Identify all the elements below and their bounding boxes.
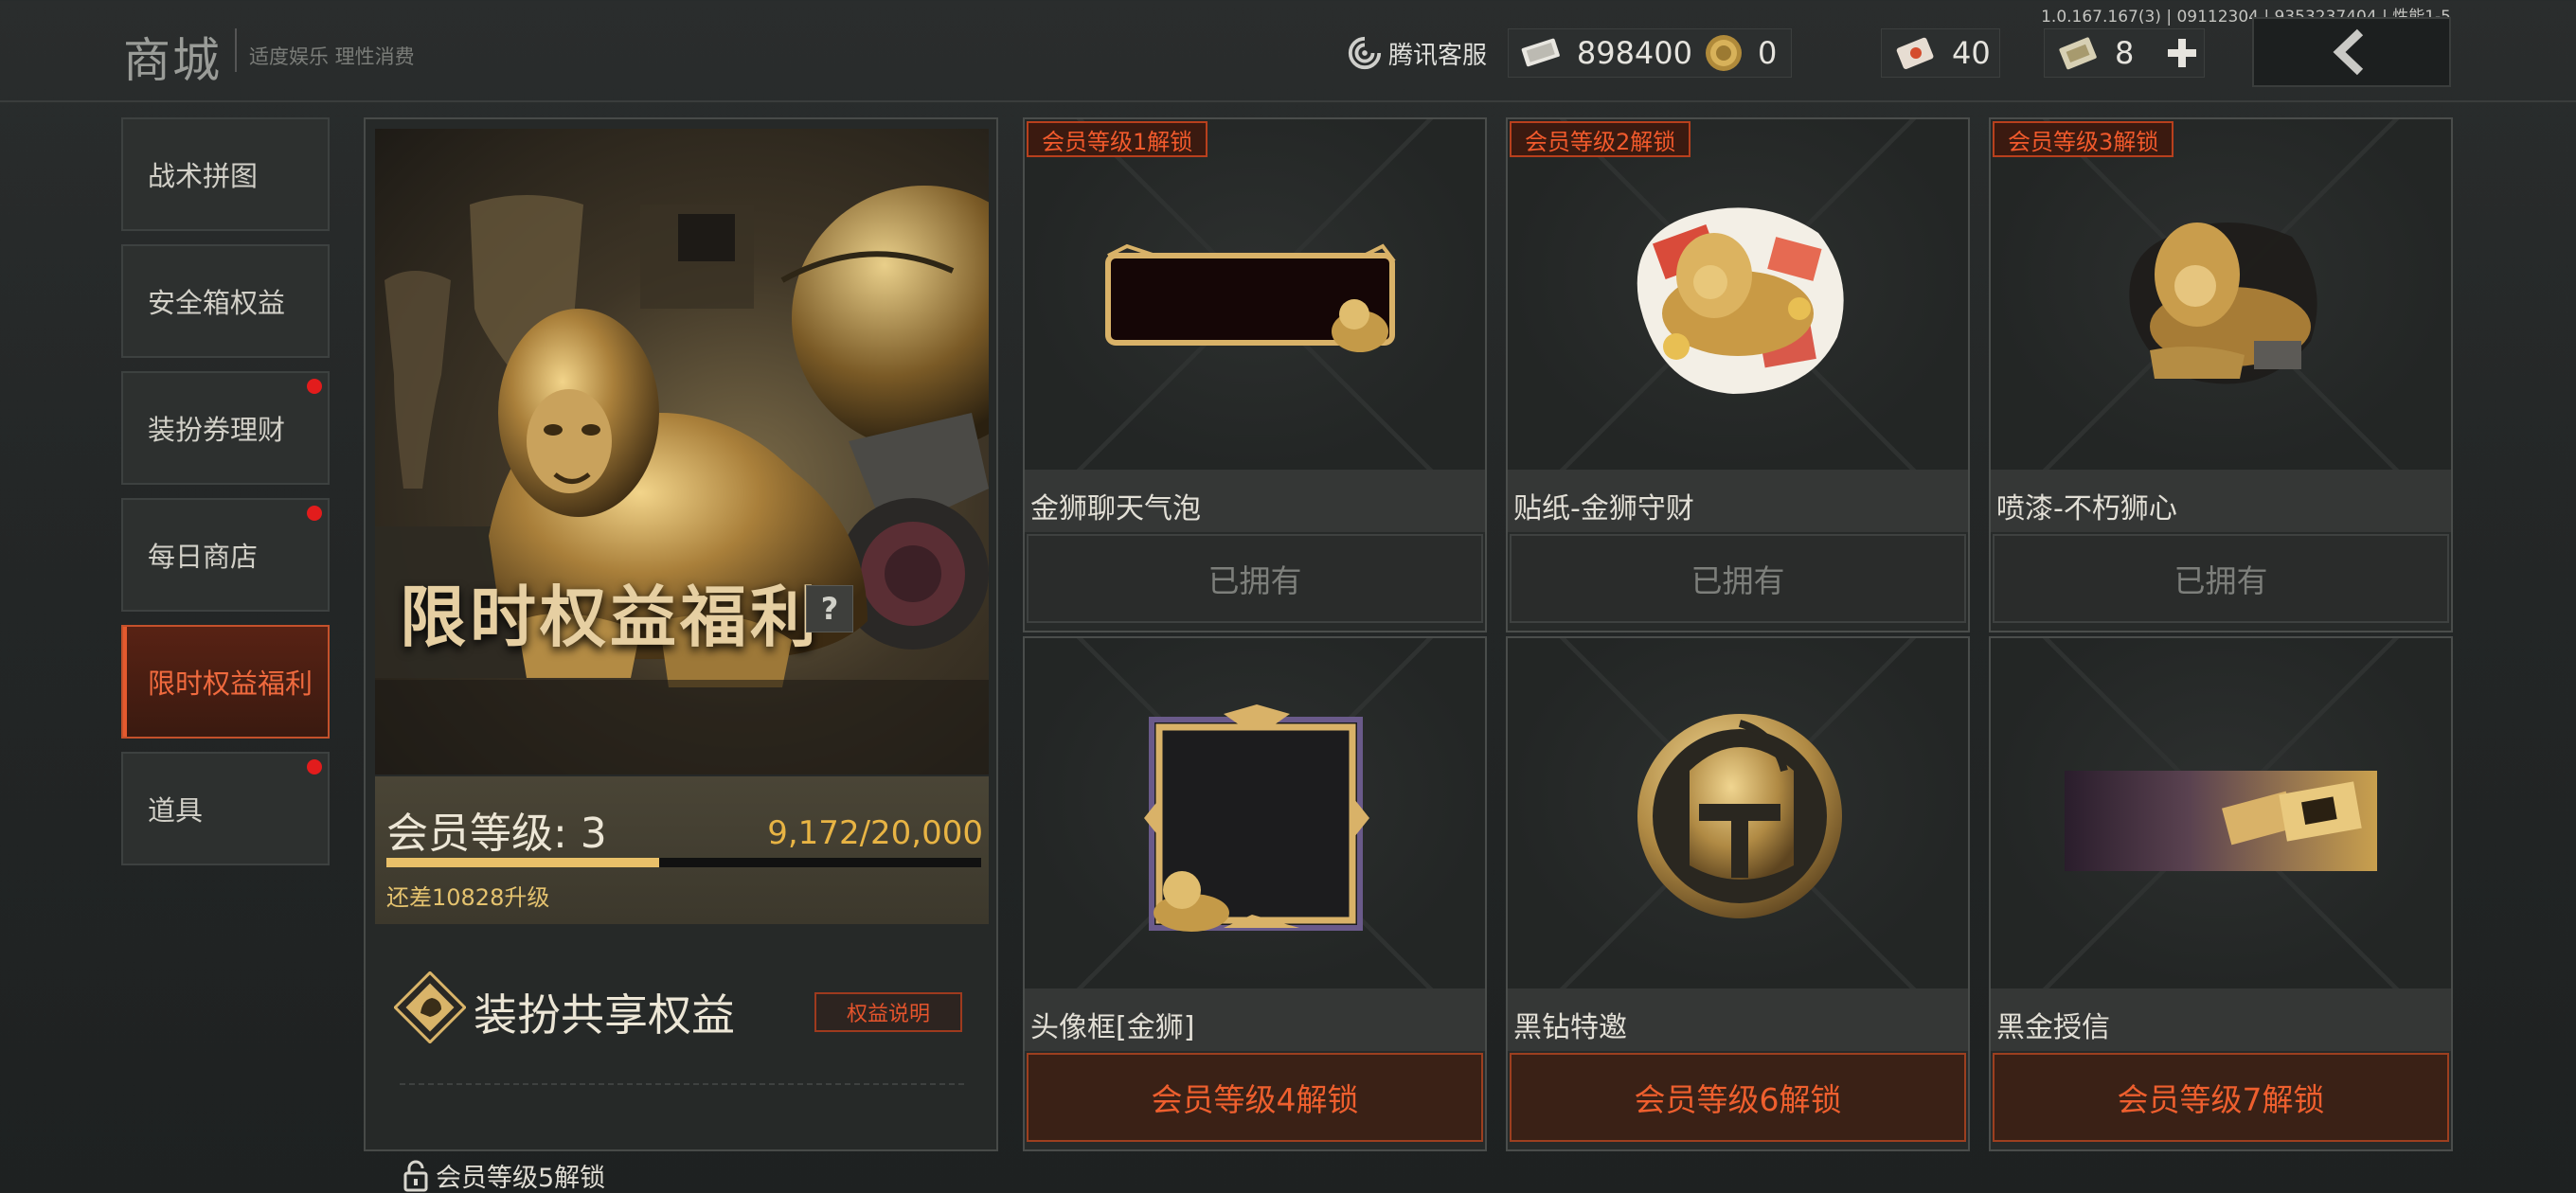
customer-service-icon (1348, 36, 1382, 70)
avatar-frame-icon (1144, 704, 1369, 932)
shared-benefits-section: 装扮共享权益 权益说明 会员等级5解锁 (375, 934, 989, 1193)
card-artwork (1991, 119, 2451, 470)
card-name: 金狮聊天气泡 (1030, 492, 1201, 525)
customer-service-button[interactable]: 腾讯客服 (1347, 34, 1487, 72)
customer-service-label: 腾讯客服 (1388, 41, 1488, 70)
unlock-level-tag: 会员等级3解锁 (1993, 121, 2174, 157)
card-name-bar: 黑金授信 (1991, 988, 2451, 1051)
ticket-icon (2059, 37, 2097, 70)
member-level-points: 9,172/20,000 (767, 814, 983, 852)
plus-icon (2168, 39, 2196, 67)
voucher-icon (1896, 37, 1934, 69)
card-name: 头像框[金狮] (1030, 1011, 1195, 1044)
shared-benefit-lock-row: 会员等级5解锁 (403, 1157, 605, 1193)
currency-cash[interactable]: 898400 (1508, 28, 1693, 78)
card-name: 贴纸-金狮守财 (1513, 492, 1694, 525)
lock-icon (403, 1160, 428, 1191)
shared-benefits-title: 装扮共享权益 (474, 989, 735, 1041)
owned-button[interactable]: 已拥有 (1993, 534, 2449, 623)
card-name: 黑金授信 (1996, 1011, 2110, 1044)
page-subtitle: 适度娱乐 理性消费 (249, 45, 415, 68)
notification-dot (307, 379, 322, 394)
add-currency-button[interactable] (2161, 32, 2203, 74)
card-artwork (1991, 638, 2451, 988)
level-progress-fill (386, 858, 659, 867)
owned-button[interactable]: 已拥有 (1027, 534, 1483, 623)
member-level-label: 会员等级: 3 (386, 810, 607, 858)
reward-card-avatar-frame[interactable]: 头像框[金狮] 会员等级4解锁 (1023, 636, 1487, 1151)
helmet-emblem-icon (1637, 714, 1842, 918)
owned-button[interactable]: 已拥有 (1510, 534, 1966, 623)
cash-icon (1521, 38, 1560, 67)
reward-card-chat-bubble[interactable]: 会员等级1解锁 金狮聊天气泡 已拥有 (1023, 117, 1487, 632)
golden-lion-banner: 限时权益福利 ? (375, 129, 989, 775)
card-name-bar: 头像框[金狮] (1025, 988, 1485, 1051)
reward-card-lion-spray[interactable]: 会员等级3解锁 喷漆-不朽狮心 已拥有 (1989, 117, 2453, 632)
currency-voucher[interactable]: 40 (1881, 28, 2000, 78)
card-artwork (1025, 638, 1485, 988)
card-name: 黑钻特邀 (1513, 1011, 1627, 1044)
card-name-bar: 喷漆-不朽狮心 (1991, 470, 2451, 532)
unlock-level-tag: 会员等级1解锁 (1027, 121, 1208, 157)
sidebar-item-limited-benefits[interactable]: 限时权益福利 (121, 625, 330, 739)
lion-emblem-icon (394, 971, 466, 1043)
sidebar-item-props[interactable]: 道具 (121, 752, 330, 865)
sidebar-item-label: 每日商店 (148, 541, 259, 573)
locked-unlock-button[interactable]: 会员等级4解锁 (1027, 1053, 1483, 1142)
sidebar-item-label: 道具 (148, 794, 204, 827)
sidebar-item-label: 装扮券理财 (148, 414, 286, 446)
member-level-box: 会员等级: 3 9,172/20,000 还差10828升级 (375, 776, 989, 924)
lock-text: 会员等级5解锁 (436, 1164, 606, 1193)
card-artwork (1508, 638, 1968, 988)
sidebar-item-safe-box[interactable]: 安全箱权益 (121, 244, 330, 358)
notification-dot (307, 506, 322, 521)
sidebar-item-voucher-finance[interactable]: 装扮券理财 (121, 371, 330, 485)
ticket-value: 8 (2115, 35, 2135, 71)
golden-lion-illustration (375, 186, 989, 775)
sidebar-item-daily-shop[interactable]: 每日商店 (121, 498, 330, 612)
top-bar: 商城 适度娱乐 理性消费 1.0.167.167(3) | 09112304 |… (0, 0, 2576, 102)
section-divider (400, 1083, 964, 1085)
card-name: 喷漆-不朽狮心 (1996, 492, 2177, 525)
help-button[interactable]: ? (806, 585, 853, 632)
card-name-bar: 贴纸-金狮守财 (1508, 470, 1968, 532)
promo-title: 限时权益福利 (400, 579, 820, 656)
reward-card-black-gold-credit[interactable]: 黑金授信 会员等级7解锁 (1989, 636, 2453, 1151)
upgrade-remaining-text: 还差10828升级 (386, 884, 550, 911)
black-gold-banner-icon (2065, 771, 2377, 871)
reward-card-lion-sticker[interactable]: 会员等级2解锁 贴纸-金狮守财 已拥有 (1506, 117, 1970, 632)
level-progress-bar (386, 858, 981, 867)
chat-bubble-icon (1105, 243, 1396, 352)
lion-sticker-icon (1637, 207, 1844, 394)
locked-unlock-button[interactable]: 会员等级6解锁 (1510, 1053, 1966, 1142)
back-button[interactable] (2252, 17, 2451, 87)
sidebar-item-tactical-puzzle[interactable]: 战术拼图 (121, 117, 330, 231)
notification-dot (307, 759, 322, 775)
sidebar-item-label: 战术拼图 (148, 160, 259, 192)
card-artwork (1025, 119, 1485, 470)
gold-coin-icon (1706, 35, 1742, 71)
card-name-bar: 金狮聊天气泡 (1025, 470, 1485, 532)
page-title: 商城 (123, 33, 222, 88)
voucher-value: 40 (1952, 35, 1991, 71)
lion-spray-icon (2129, 223, 2317, 384)
card-artwork (1508, 119, 1968, 470)
sidebar-item-label: 限时权益福利 (148, 668, 313, 700)
benefits-panel: 限时权益福利 ? 会员等级: 3 9,172/20,000 还差10828升级 … (364, 117, 998, 1193)
title-divider (235, 28, 237, 72)
currency-gold[interactable]: 0 (1691, 28, 1792, 78)
reward-card-black-diamond[interactable]: 黑钻特邀 会员等级6解锁 (1506, 636, 1970, 1151)
card-name-bar: 黑钻特邀 (1508, 988, 1968, 1051)
benefits-info-button[interactable]: 权益说明 (814, 992, 962, 1032)
gold-value: 0 (1758, 35, 1778, 71)
cash-value: 898400 (1576, 35, 1692, 71)
locked-unlock-button[interactable]: 会员等级7解锁 (1993, 1053, 2449, 1142)
sidebar-item-label: 安全箱权益 (148, 287, 286, 319)
back-arrow-icon (2333, 28, 2364, 76)
unlock-level-tag: 会员等级2解锁 (1510, 121, 1691, 157)
